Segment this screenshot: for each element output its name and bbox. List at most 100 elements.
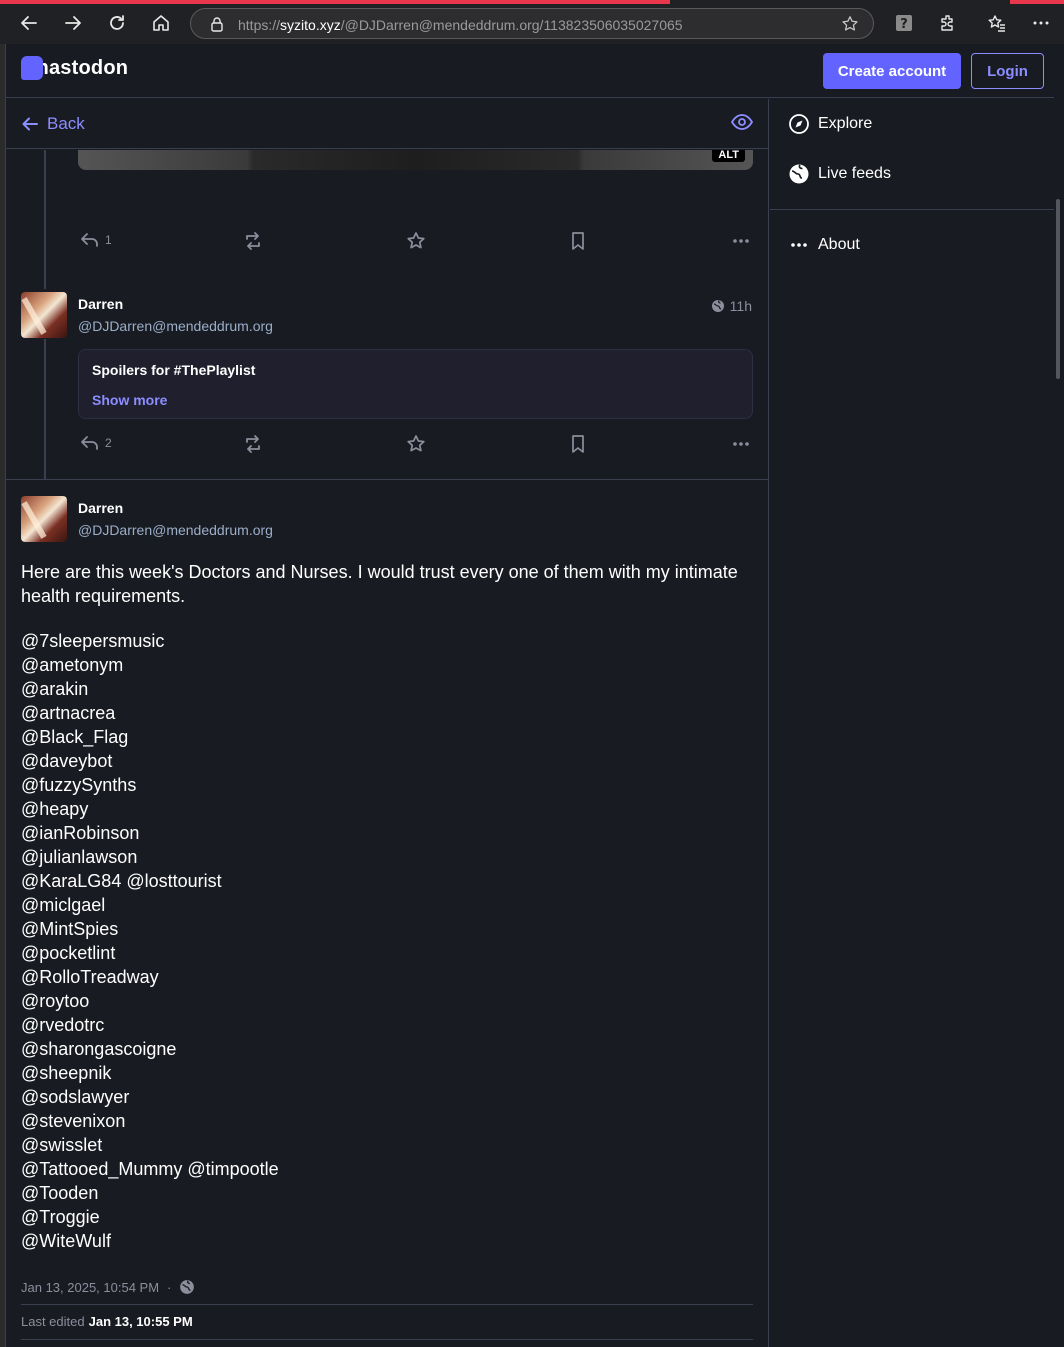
- mention-link[interactable]: @Tooden: [21, 1181, 279, 1205]
- mention-link[interactable]: @sodslawyer: [21, 1085, 279, 1109]
- edited-line[interactable]: Last edited Jan 13, 10:55 PM: [21, 1314, 197, 1329]
- mention-link[interactable]: @RolloTreadway: [21, 965, 279, 989]
- mastodon-logo-icon: [21, 56, 43, 80]
- mention-list: @7sleepersmusic @ametonym @arakin @artnacre…: [21, 629, 279, 1253]
- post-content: Here are this week's Doctors and Nurses.…: [21, 560, 741, 608]
- mention-link[interactable]: @heapy: [21, 797, 279, 821]
- boost-icon: [246, 232, 260, 250]
- address-bar[interactable]: https://syzito.xyz/@DJDarren@mendeddrum.…: [190, 8, 874, 39]
- url-prefix: https://: [238, 17, 281, 33]
- prev-post-actions: 1: [78, 231, 753, 255]
- mastodon-page: mastodon Create account Login Back ALT 1: [5, 44, 1055, 1347]
- boost-button[interactable]: [242, 231, 264, 251]
- post-timestamp[interactable]: Jan 13, 2025, 10:54 PM: [21, 1280, 159, 1295]
- mention-link[interactable]: @KaraLG84 @losttourist: [21, 869, 279, 893]
- more-menu-icon[interactable]: [1028, 10, 1054, 36]
- more-dots-icon: [791, 243, 807, 247]
- more-button[interactable]: [731, 434, 751, 454]
- mention-link[interactable]: @WiteWulf: [21, 1229, 279, 1253]
- mention-link[interactable]: @ianRobinson: [21, 821, 279, 845]
- login-button[interactable]: Login: [971, 53, 1044, 89]
- thread-line: [44, 339, 46, 479]
- mention-link[interactable]: @roytoo: [21, 989, 279, 1013]
- favorites-list-icon[interactable]: [984, 10, 1010, 36]
- post-time[interactable]: 11h: [711, 298, 752, 314]
- page-scrollbar[interactable]: [1054, 44, 1064, 1347]
- more-dots-icon: [733, 442, 749, 446]
- bookmark-button[interactable]: [569, 231, 587, 251]
- avatar[interactable]: [21, 496, 67, 542]
- back-label: Back: [47, 114, 85, 133]
- more-dots-icon: [733, 239, 749, 243]
- account-handle[interactable]: @DJDarren@mendeddrum.org: [78, 318, 273, 334]
- tab-accent: [0, 0, 670, 4]
- account-handle[interactable]: @DJDarren@mendeddrum.org: [78, 522, 273, 538]
- home-icon[interactable]: [148, 10, 174, 36]
- mention-link[interactable]: @stevenixon: [21, 1109, 279, 1133]
- post-divider: [6, 479, 768, 480]
- svg-text:?: ?: [900, 17, 908, 32]
- mastodon-logo[interactable]: mastodon: [21, 56, 128, 80]
- column-header: Back: [6, 99, 768, 149]
- show-more-button[interactable]: Show more: [92, 392, 167, 408]
- mention-link[interactable]: @fuzzySynths: [21, 773, 279, 797]
- mention-link[interactable]: @sheepnik: [21, 1061, 279, 1085]
- scrollbar-thumb[interactable]: [1056, 199, 1060, 379]
- mention-link[interactable]: @artnacrea: [21, 701, 279, 725]
- mention-link[interactable]: @rvedotrc: [21, 1013, 279, 1037]
- display-name[interactable]: Darren: [78, 500, 123, 516]
- nav-explore[interactable]: Explore: [788, 113, 872, 135]
- extension-help-icon[interactable]: ?: [891, 10, 917, 36]
- create-account-button[interactable]: Create account: [823, 53, 961, 89]
- refresh-icon[interactable]: [104, 10, 130, 36]
- display-name[interactable]: Darren: [78, 296, 123, 312]
- mention-link[interactable]: @pocketlint: [21, 941, 279, 965]
- back-button[interactable]: Back: [21, 114, 85, 134]
- reply-button[interactable]: 1: [80, 231, 112, 249]
- eye-icon[interactable]: [730, 112, 754, 137]
- reply-count: 2: [105, 436, 112, 450]
- forward-arrow-icon[interactable]: [60, 10, 86, 36]
- avatar[interactable]: [21, 292, 67, 338]
- favorite-button[interactable]: [406, 231, 426, 251]
- live-feeds-label: Live feeds: [818, 165, 891, 182]
- content-warning-box: Spoilers for #ThePlaylist Show more: [78, 349, 753, 419]
- reply-button[interactable]: 2: [80, 434, 112, 452]
- mention-link[interactable]: @Troggie: [21, 1205, 279, 1229]
- favorite-star-icon[interactable]: [841, 15, 859, 38]
- explore-label: Explore: [818, 115, 873, 132]
- main-column: Back ALT 1 Darren @DJDarren@mendeddrum.o…: [6, 99, 769, 1347]
- mention-link[interactable]: @arakin: [21, 677, 279, 701]
- url-text: https://syzito.xyz/@DJDarren@mendeddrum.…: [238, 17, 683, 33]
- reply-icon: [81, 436, 98, 450]
- mention-link[interactable]: @sharongascoigne: [21, 1037, 279, 1061]
- bookmark-button[interactable]: [569, 434, 587, 454]
- edited-label: Last edited: [21, 1314, 85, 1329]
- mention-link[interactable]: @julianlawson: [21, 845, 279, 869]
- extensions-icon[interactable]: [935, 10, 961, 36]
- mention-link[interactable]: @daveybot: [21, 749, 279, 773]
- back-arrow-icon[interactable]: [16, 10, 42, 36]
- mention-link[interactable]: @Tattooed_Mummy @timpootle: [21, 1157, 279, 1181]
- boost-button[interactable]: [242, 434, 264, 454]
- boost-icon: [246, 435, 260, 453]
- mention-link[interactable]: @miclgael: [21, 893, 279, 917]
- lock-icon[interactable]: [209, 16, 225, 37]
- tab-accent-right: [1010, 0, 1064, 4]
- favorite-button[interactable]: [406, 434, 426, 454]
- post-text: Here are this week's Doctors and Nurses.…: [21, 562, 738, 606]
- nav-about[interactable]: About: [788, 234, 860, 256]
- mention-link[interactable]: @MintSpies: [21, 917, 279, 941]
- time-ago: 11h: [729, 298, 752, 314]
- media-attachment[interactable]: ALT: [78, 150, 753, 170]
- mention-link[interactable]: @7sleepersmusic: [21, 629, 279, 653]
- mention-link[interactable]: @swisslet: [21, 1133, 279, 1157]
- mention-link[interactable]: @ametonym: [21, 653, 279, 677]
- bookmark-icon: [572, 232, 584, 250]
- more-button[interactable]: [731, 231, 751, 251]
- nav-live-feeds[interactable]: Live feeds: [788, 163, 891, 185]
- mention-link[interactable]: @Black_Flag: [21, 725, 279, 749]
- bookmark-icon: [572, 435, 584, 453]
- edited-time: Jan 13, 10:55 PM: [88, 1314, 193, 1329]
- alt-badge[interactable]: ALT: [712, 150, 745, 162]
